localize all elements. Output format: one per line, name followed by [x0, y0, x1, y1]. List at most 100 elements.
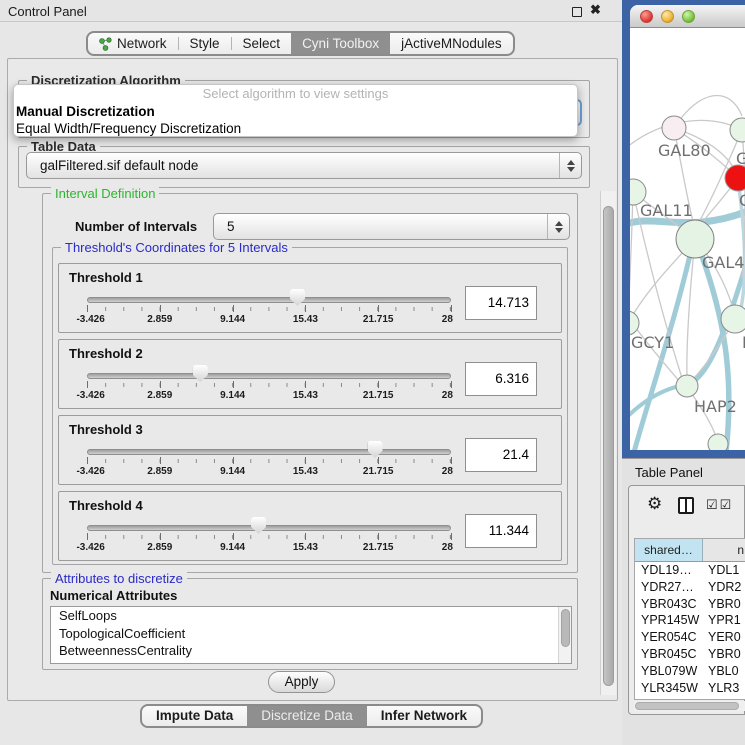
table-row[interactable]: YDR27…YDR2	[635, 579, 745, 596]
algorithm-dropdown-popup: Select algorithm to view settings Manual…	[13, 84, 578, 137]
network-node[interactable]	[708, 434, 728, 450]
group-title: Threshold's Coordinates for 5 Intervals	[61, 240, 292, 255]
tab-cyni-toolbox[interactable]: Cyni Toolbox	[291, 33, 390, 54]
scrollbar-thumb[interactable]	[561, 609, 570, 647]
network-window-titlebar[interactable]	[630, 5, 745, 28]
numerical-attributes-label: Numerical Attributes	[50, 588, 177, 603]
tab-style[interactable]: Style	[179, 33, 231, 54]
table-row[interactable]: YDL19…YDL1	[635, 562, 745, 579]
network-view-window: GAL80 GA C GAL11 GAL4 GCY1 H HAP2	[622, 0, 745, 458]
tab-jactivemnodules[interactable]: jActiveMNodules	[390, 33, 513, 54]
group-title: Interval Definition	[51, 186, 159, 201]
network-node[interactable]	[676, 375, 698, 397]
network-canvas[interactable]: GAL80 GA C GAL11 GAL4 GCY1 H HAP2	[630, 28, 745, 450]
group-title: Attributes to discretize	[51, 571, 187, 586]
popup-option-equal-width[interactable]: Equal Width/Frequency Discretization	[14, 120, 577, 137]
popup-placeholder: Select algorithm to view settings	[14, 85, 577, 103]
scrollbar-thumb[interactable]	[603, 206, 614, 686]
list-item[interactable]: SelfLoops	[51, 607, 571, 625]
scrollbar-thumb[interactable]	[635, 702, 739, 710]
float-window-icon[interactable]	[572, 7, 582, 17]
table-row[interactable]: YBR045CYBR0	[635, 646, 745, 663]
threshold-4-value-field[interactable]: 11.344	[465, 514, 537, 548]
table-data-combobox[interactable]: galFiltered.sif default node	[26, 152, 582, 179]
tab-select[interactable]: Select	[232, 33, 292, 54]
slider-thumb[interactable]	[290, 289, 305, 306]
node-label: GAL11	[640, 201, 693, 220]
close-icon[interactable]: ✖	[590, 2, 601, 18]
table-panel-window: ⚙ ☑☑ shared… n YDL19…YDL1 YDR27…YDR2 YBR…	[628, 485, 745, 715]
table-row[interactable]: YBL079WYBL0	[635, 663, 745, 680]
threshold-2-slider[interactable]: -3.426 2.859 9.144 15.43 21.715 28	[87, 364, 451, 406]
slider-thumb[interactable]	[368, 441, 383, 458]
tab-infer-network[interactable]: Infer Network	[367, 706, 481, 726]
column-header-name[interactable]: n	[703, 539, 745, 561]
column-header-shared-name[interactable]: shared…	[635, 539, 703, 561]
number-of-intervals-combobox[interactable]: 5	[213, 213, 570, 240]
threshold-2-value-field[interactable]: 6.316	[465, 362, 537, 396]
network-node[interactable]	[662, 116, 686, 140]
table-horizontal-scrollbar[interactable]	[634, 701, 745, 711]
node-label: HAP2	[694, 397, 737, 416]
threshold-3-slider[interactable]: -3.426 2.859 9.144 15.43 21.715 28	[87, 440, 451, 482]
popup-option-manual-discretization[interactable]: Manual Discretization	[14, 103, 577, 120]
slider-track[interactable]	[87, 297, 451, 303]
list-scrollbar[interactable]	[558, 607, 571, 663]
table-row[interactable]: YER054CYER0	[635, 629, 745, 646]
checkboxes-icon[interactable]: ☑☑	[706, 497, 733, 513]
stepper-arrows-icon[interactable]	[559, 153, 581, 178]
list-item[interactable]: TopologicalCoefficient	[51, 625, 571, 643]
number-of-intervals-label: Number of Intervals	[75, 219, 197, 234]
close-traffic-light[interactable]	[640, 10, 653, 23]
threshold-1-slider[interactable]: -3.426 2.859 9.144 15.43 21.715 28	[87, 288, 451, 330]
tab-impute-data[interactable]: Impute Data	[142, 706, 247, 726]
columns-icon[interactable]	[678, 497, 694, 514]
network-graph: GAL80 GA C GAL11 GAL4 GCY1 H HAP2	[630, 28, 745, 450]
slider-track[interactable]	[87, 525, 451, 531]
threshold-1-value-field[interactable]: 14.713	[465, 286, 537, 320]
screen: Control Panel ✖ Network Style Select Cyn…	[0, 0, 745, 745]
network-node[interactable]	[721, 305, 745, 333]
table-data-value: galFiltered.sif default node	[27, 158, 559, 173]
threshold-1-row: Threshold 1 -3.426 2.859 9.144 15.43 21.…	[58, 263, 562, 333]
threshold-4-slider[interactable]: -3.426 2.859 9.144 15.43 21.715 28	[87, 516, 451, 558]
node-label: GCY1	[631, 333, 674, 352]
table-row[interactable]: YLR345WYLR3	[635, 680, 745, 697]
window-title: Control Panel	[8, 4, 87, 19]
threshold-3-value-field[interactable]: 21.4	[465, 438, 537, 472]
tab-network[interactable]: Network	[88, 33, 178, 54]
panel-vertical-scrollbar[interactable]	[600, 191, 616, 695]
slider-thumb[interactable]	[251, 517, 266, 534]
node-table: shared… n YDL19…YDL1 YDR27…YDR2 YBR043CY…	[634, 538, 745, 700]
number-of-intervals-value: 5	[214, 219, 547, 234]
stepper-arrows-icon[interactable]	[547, 214, 569, 239]
threshold-3-row: Threshold 3 -3.426 2.859 9.144 15.43 21.…	[58, 415, 562, 485]
tab-label: Network	[117, 36, 167, 51]
control-panel-window: Control Panel ✖ Network Style Select Cyn…	[0, 0, 622, 745]
table-header-row: shared… n	[635, 539, 745, 562]
table-panel: Table Panel ⚙ ☑☑ shared… n YDL19…YDL1 YD…	[622, 458, 745, 745]
node-label: GAL80	[658, 141, 711, 160]
bottom-tabbar: Impute Data Discretize Data Infer Networ…	[140, 704, 483, 728]
zoom-traffic-light[interactable]	[682, 10, 695, 23]
node-label: GA	[736, 149, 745, 168]
network-node[interactable]	[730, 118, 745, 142]
slider-track[interactable]	[87, 449, 451, 455]
table-panel-title: Table Panel	[635, 465, 703, 480]
gear-icon[interactable]: ⚙	[647, 494, 662, 514]
minimize-traffic-light[interactable]	[661, 10, 674, 23]
list-item[interactable]: BetweennessCentrality	[51, 642, 571, 660]
slider-track[interactable]	[87, 373, 451, 379]
table-row[interactable]: YBR043CYBR0	[635, 596, 745, 613]
threshold-2-row: Threshold 2 -3.426 2.859 9.144 15.43 21.…	[58, 339, 562, 409]
table-row[interactable]: YIL052CYIL0	[635, 696, 745, 700]
slider-thumb[interactable]	[193, 365, 208, 382]
node-label: C	[739, 191, 745, 210]
apply-button[interactable]: Apply	[268, 671, 335, 693]
top-tabbar: Network Style Select Cyni Toolbox jActiv…	[86, 31, 515, 56]
numerical-attributes-list: SelfLoops TopologicalCoefficient Between…	[50, 606, 572, 664]
node-label: GAL4	[702, 253, 744, 272]
tab-discretize-data[interactable]: Discretize Data	[247, 706, 367, 726]
table-row[interactable]: YPR145WYPR1	[635, 612, 745, 629]
control-panel-titlebar: Control Panel ✖	[0, 0, 622, 22]
